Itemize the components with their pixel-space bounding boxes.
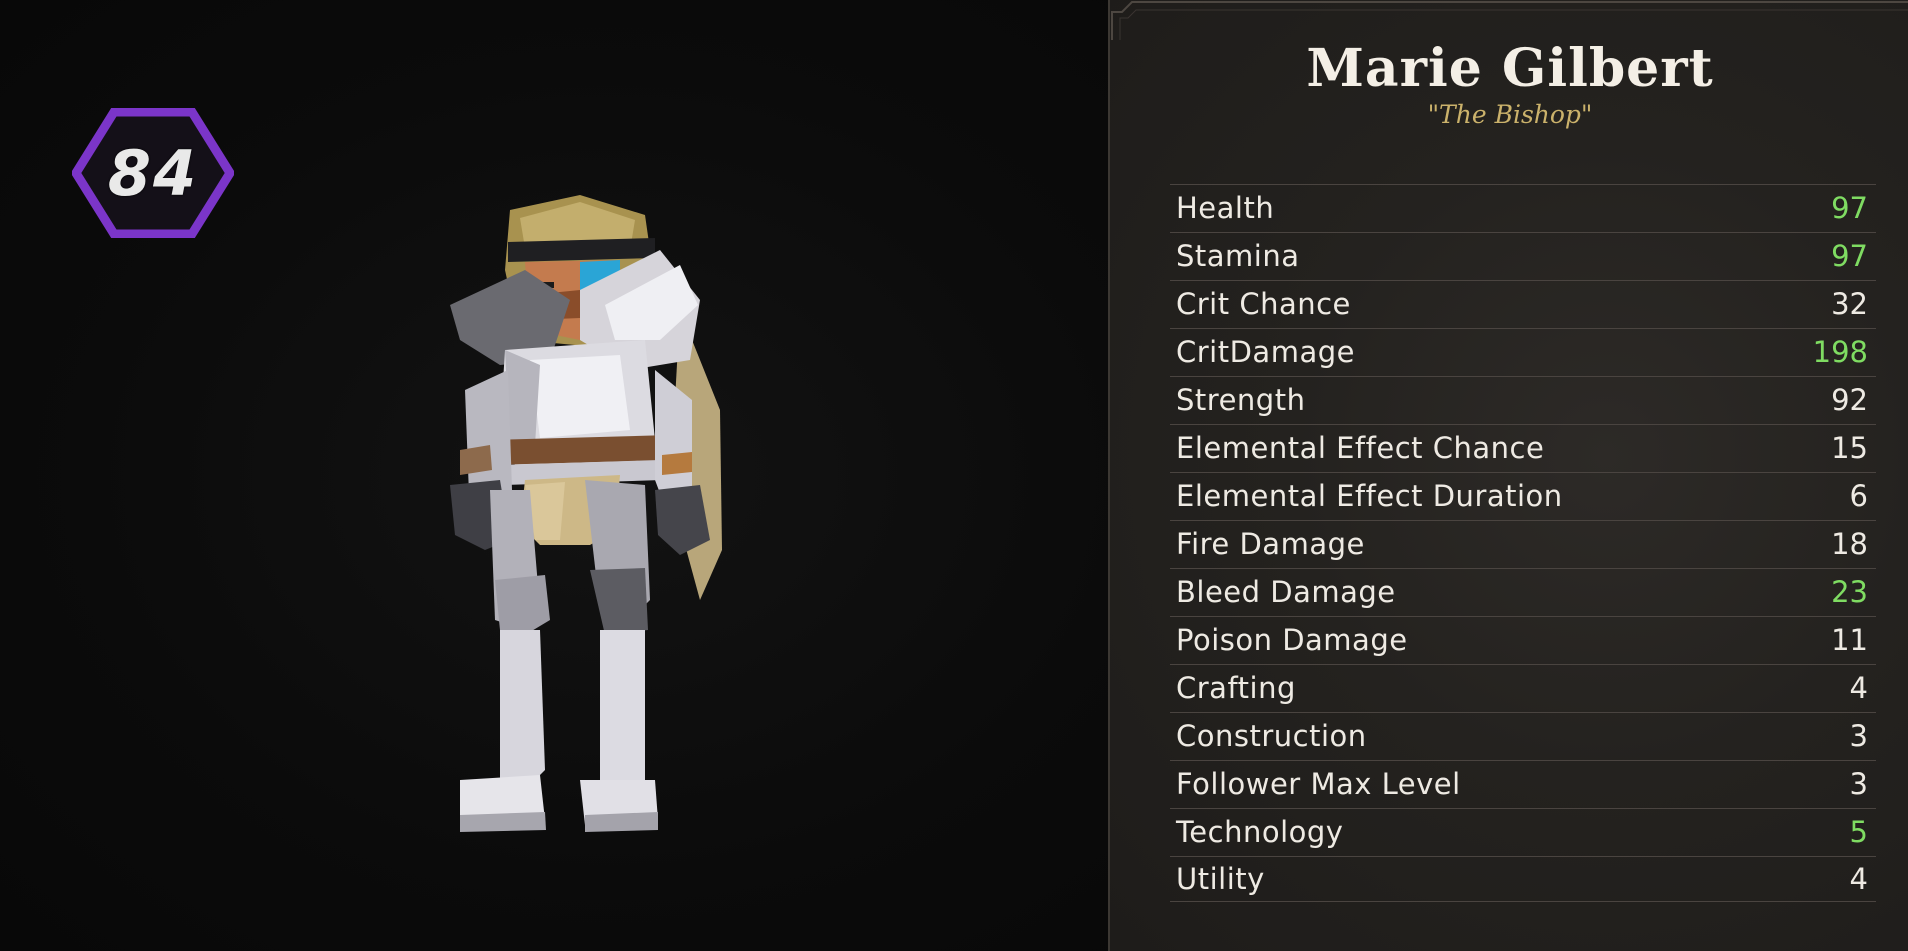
stat-value: 92 bbox=[1831, 382, 1868, 417]
stat-value: 3 bbox=[1849, 718, 1868, 753]
stat-value: 4 bbox=[1849, 862, 1868, 896]
stat-value: 3 bbox=[1849, 766, 1868, 801]
stat-value: 23 bbox=[1831, 574, 1868, 609]
stat-label: Bleed Damage bbox=[1176, 574, 1396, 609]
stat-label: Elemental Effect Chance bbox=[1176, 430, 1545, 465]
stat-row: Health 97 bbox=[1170, 184, 1876, 230]
stat-value: 11 bbox=[1831, 622, 1868, 657]
stat-row: Fire Damage 18 bbox=[1170, 520, 1876, 566]
stat-row: Elemental Effect Chance 15 bbox=[1170, 424, 1876, 470]
stat-value: 32 bbox=[1831, 286, 1868, 321]
character-viewport[interactable]: 84 bbox=[0, 0, 1108, 951]
stat-label: Crafting bbox=[1176, 670, 1296, 705]
stat-value: 97 bbox=[1831, 238, 1868, 273]
stat-label: Technology bbox=[1176, 814, 1344, 849]
stat-value: 6 bbox=[1849, 478, 1868, 513]
stat-row: CritDamage 198 bbox=[1170, 328, 1876, 374]
stat-row: Strength 92 bbox=[1170, 376, 1876, 422]
stat-row: Crafting 4 bbox=[1170, 664, 1876, 710]
stat-value: 5 bbox=[1849, 814, 1868, 849]
stat-row: Technology 5 bbox=[1170, 808, 1876, 854]
level-number: 84 bbox=[72, 108, 234, 238]
stat-label: Stamina bbox=[1176, 238, 1300, 273]
stat-value: 18 bbox=[1831, 526, 1868, 561]
stat-row: Crit Chance 32 bbox=[1170, 280, 1876, 326]
stat-row: Utility 4 bbox=[1170, 856, 1876, 902]
stat-row: Follower Max Level 3 bbox=[1170, 760, 1876, 806]
stat-label: Elemental Effect Duration bbox=[1176, 478, 1563, 513]
stat-label: Health bbox=[1176, 190, 1275, 225]
stat-value: 97 bbox=[1831, 190, 1868, 225]
stat-value: 198 bbox=[1812, 334, 1868, 369]
character-name: Marie Gilbert bbox=[1306, 38, 1714, 99]
stat-label: Utility bbox=[1176, 862, 1265, 896]
level-badge: 84 bbox=[72, 108, 234, 238]
stat-label: Follower Max Level bbox=[1176, 766, 1461, 801]
stat-label: CritDamage bbox=[1176, 334, 1355, 369]
stat-label: Poison Damage bbox=[1176, 622, 1408, 657]
stats-list: Health 97 Stamina 97 Crit Chance 32 CritDamage… bbox=[1170, 184, 1876, 904]
stat-row: Construction 3 bbox=[1170, 712, 1876, 758]
character-stats-panel: Marie Gilbert "The Bishop" Health 97 Stami… bbox=[1108, 0, 1908, 951]
stat-label: Strength bbox=[1176, 382, 1306, 417]
stat-row: Poison Damage 11 bbox=[1170, 616, 1876, 662]
stat-label: Crit Chance bbox=[1176, 286, 1351, 321]
stat-label: Fire Damage bbox=[1176, 526, 1365, 561]
character-title: "The Bishop" bbox=[1427, 100, 1593, 129]
stat-row: Elemental Effect Duration 6 bbox=[1170, 472, 1876, 518]
stat-value: 15 bbox=[1831, 430, 1868, 465]
stat-row: Stamina 97 bbox=[1170, 232, 1876, 278]
stat-row: Bleed Damage 23 bbox=[1170, 568, 1876, 614]
stat-value: 4 bbox=[1849, 670, 1868, 705]
character-model[interactable] bbox=[430, 190, 740, 880]
stat-label: Construction bbox=[1176, 718, 1367, 753]
